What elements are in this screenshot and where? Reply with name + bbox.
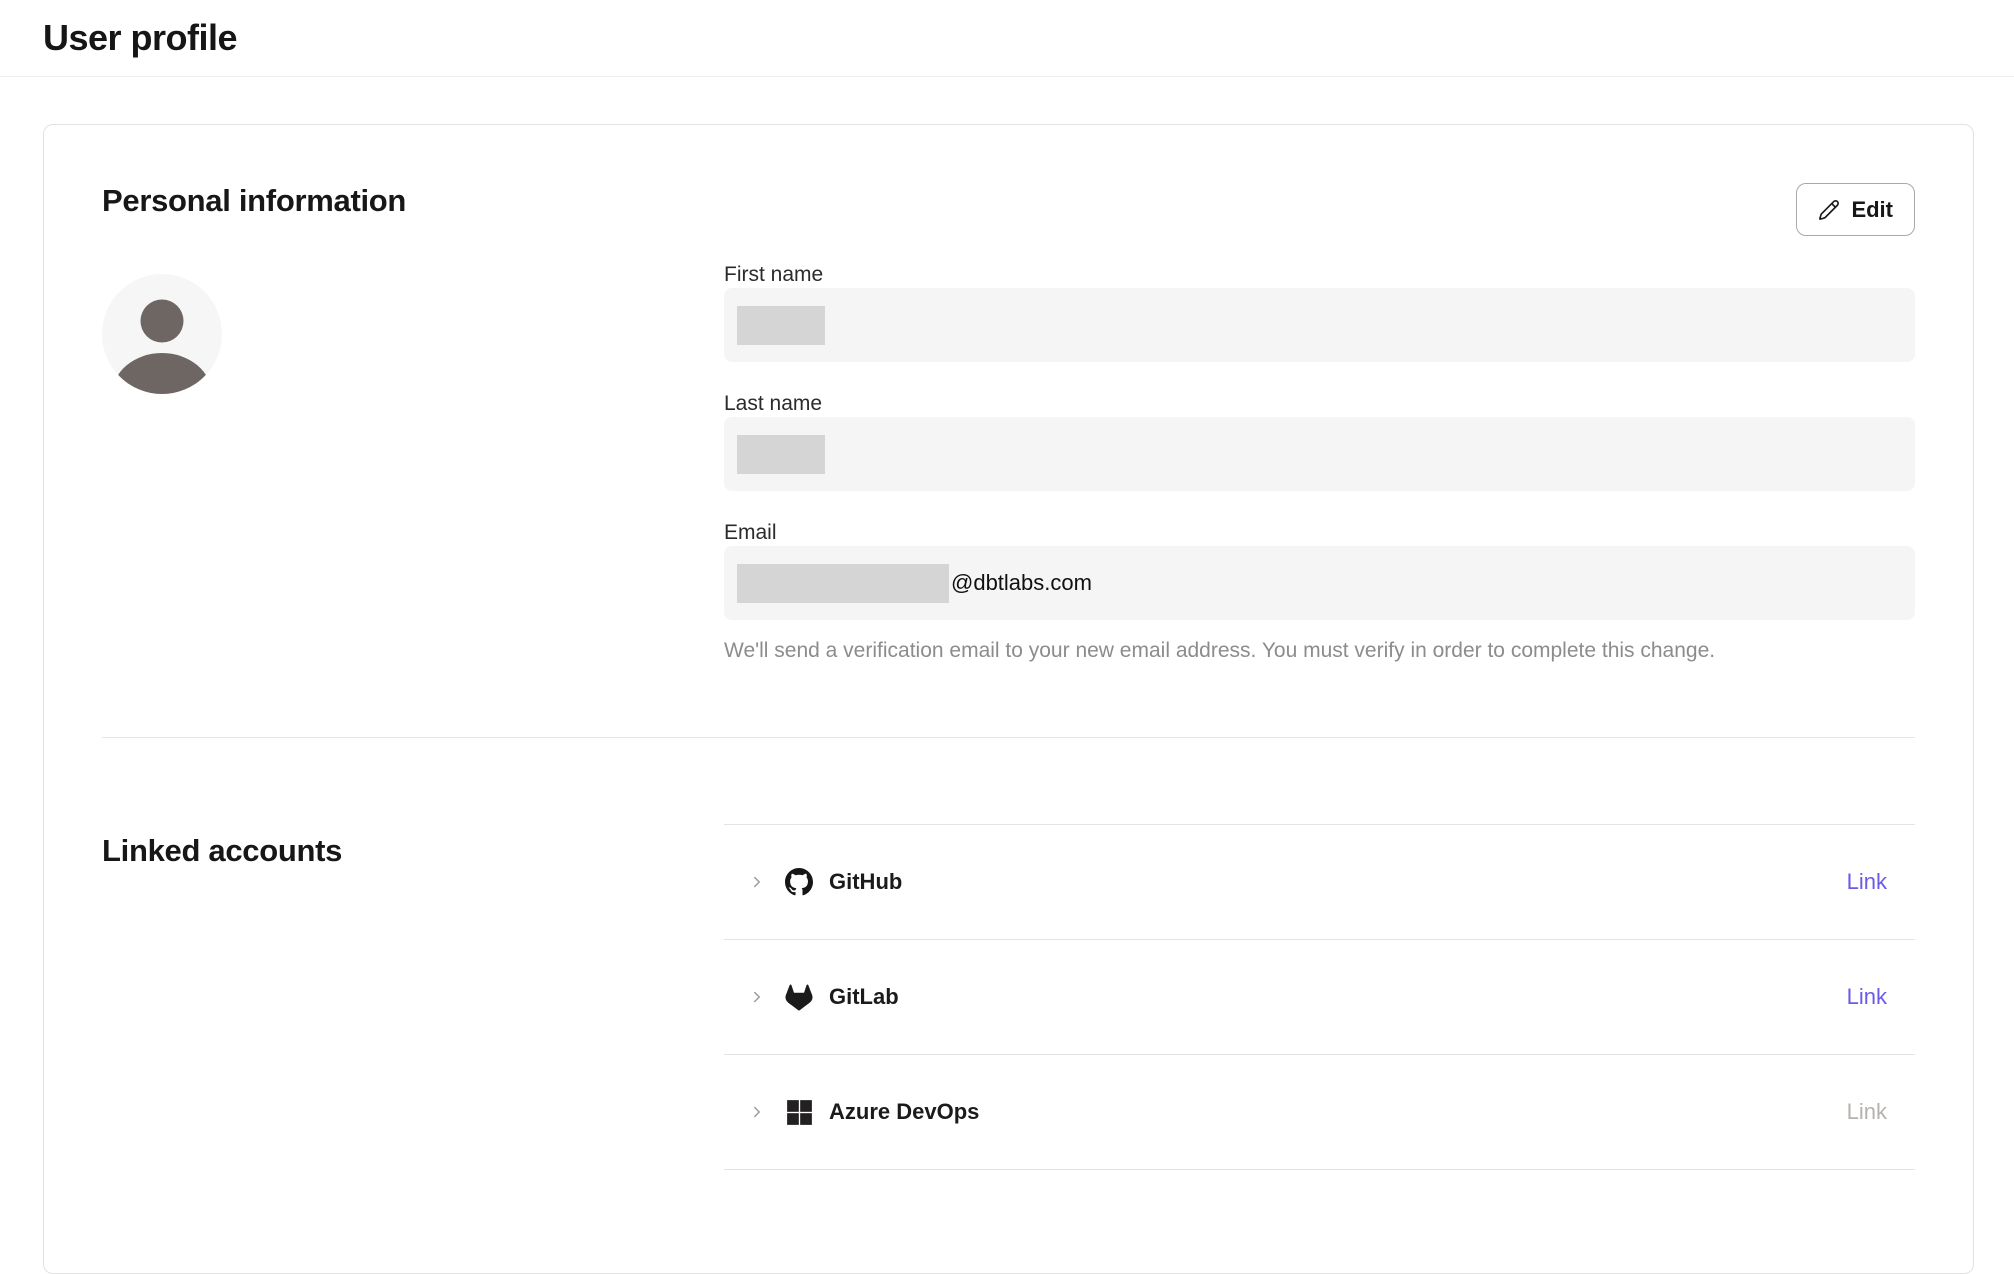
azure-devops-icon: [785, 1098, 813, 1126]
chevron-right-icon[interactable]: [748, 873, 766, 891]
redacted-last-name-value: [737, 435, 825, 474]
avatar: [102, 274, 222, 394]
email-label: Email: [724, 520, 1915, 546]
redacted-email-local-part: [737, 564, 949, 603]
linked-accounts-title: Linked accounts: [102, 833, 724, 869]
account-name-github: GitHub: [829, 869, 902, 895]
last-name-input: [724, 417, 1915, 491]
account-name-gitlab: GitLab: [829, 984, 899, 1010]
section-divider: [102, 737, 1915, 738]
edit-button[interactable]: Edit: [1796, 183, 1915, 236]
linked-accounts-section: Linked accounts GitHub Link GitLab Link: [102, 824, 1915, 1170]
personal-information-section: Personal information Edit: [102, 183, 1915, 664]
first-name-field-group: First name: [724, 262, 1915, 362]
gitlab-link-action[interactable]: Link: [1847, 984, 1887, 1010]
github-icon: [785, 868, 813, 896]
user-profile-card: Personal information Edit: [43, 124, 1974, 1274]
page-title: User profile: [43, 17, 237, 59]
page-header: User profile: [0, 0, 2014, 77]
account-name-azure-devops: Azure DevOps: [829, 1099, 979, 1125]
pencil-icon: [1818, 199, 1840, 221]
linked-account-row-gitlab: GitLab Link: [724, 940, 1915, 1055]
edit-button-label: Edit: [1851, 197, 1893, 223]
linked-account-row-azure-devops: Azure DevOps Link: [724, 1055, 1915, 1170]
last-name-field-group: Last name: [724, 391, 1915, 491]
first-name-input: [724, 288, 1915, 362]
email-input: @dbtlabs.com: [724, 546, 1915, 620]
first-name-label: First name: [724, 262, 1915, 288]
email-domain-text: @dbtlabs.com: [951, 570, 1092, 596]
email-help-text: We'll send a verification email to your …: [724, 638, 1915, 664]
linked-account-row-github: GitHub Link: [724, 825, 1915, 940]
last-name-label: Last name: [724, 391, 1915, 417]
redacted-first-name-value: [737, 306, 825, 345]
github-link-action[interactable]: Link: [1847, 869, 1887, 895]
chevron-right-icon[interactable]: [748, 988, 766, 1006]
email-field-group: Email @dbtlabs.com We'll send a verifica…: [724, 520, 1915, 664]
linked-accounts-list: GitHub Link GitLab Link Azure DevOps: [724, 824, 1915, 1170]
azure-devops-link-action-disabled: Link: [1847, 1099, 1887, 1125]
chevron-right-icon[interactable]: [748, 1103, 766, 1121]
gitlab-icon: [785, 983, 813, 1011]
avatar-column: [102, 262, 724, 664]
personal-information-title: Personal information: [102, 183, 406, 219]
